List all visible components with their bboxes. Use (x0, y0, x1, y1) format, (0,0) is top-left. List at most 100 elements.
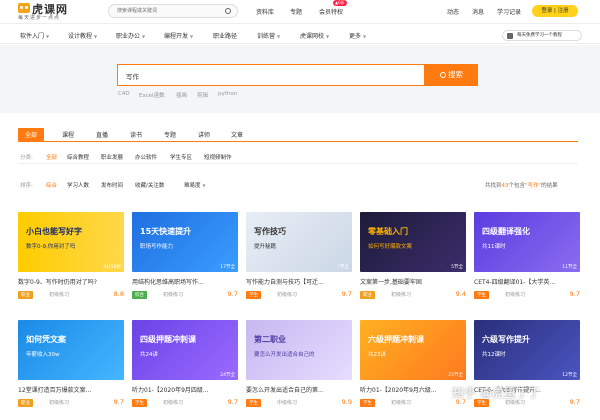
cat-school[interactable]: 虎课网校 ▼ (300, 31, 329, 40)
tab-live[interactable]: 直播 (96, 130, 108, 139)
course-card-second-career[interactable]: 第二职业 要怎么开发出适合自己的 要怎么开发出适合自己的第... 学生 中级练习 9.9 (246, 320, 352, 412)
course-tag: 职业 (360, 291, 375, 299)
course-thumbnail[interactable]: 六级写作提升 共12课时 12节全 (474, 320, 580, 380)
course-title[interactable]: 文案第一步,基础要牢固 (360, 277, 466, 286)
tab-topics[interactable]: 专题 (164, 130, 176, 139)
course-card-workplace-writing[interactable]: 15天快速提升 职场写作能力 17节全 用结构化思维高职场写作... 综合 初级练习 9.7 (132, 212, 238, 304)
course-card-writing-tips[interactable]: 写作技巧 提升秘籍 7节全 写作能力自测与技巧【可迁... 学生 初级练习 9.7 (246, 212, 352, 304)
filter-student[interactable]: 学生专区 (170, 153, 192, 161)
thumbnail-subline: 数字0-9,你用对了吗 (26, 244, 76, 250)
sort-overall[interactable]: 综合 (46, 181, 57, 189)
nav-member[interactable]: 会员特权 (319, 7, 343, 16)
course-thumbnail[interactable]: 四级翻译强化 共11课时 11节全 (474, 212, 580, 272)
chevron-down-icon: ▼ (202, 183, 206, 188)
sort-difficulty[interactable]: 难易度 ▼ (184, 181, 206, 189)
course-title[interactable]: CET4-四级翻译01-【大学英... (474, 277, 580, 286)
course-thumbnail[interactable]: 零基础入门 如何写好爆款文案 5节全 (360, 212, 466, 272)
cat-career[interactable]: 职业路径 (213, 31, 237, 40)
cat-label: 虎课网校 (300, 33, 325, 40)
course-thumbnail[interactable]: 15天快速提升 职场写作能力 17节全 (132, 212, 238, 272)
course-thumbnail[interactable]: 四级押题冲刺课 共24讲 24节全 (132, 320, 238, 380)
course-card-cet4-listening[interactable]: 四级押题冲刺课 共24讲 24节全 听力01-【2020年9月四级... 学生 初级练习 9… (132, 320, 238, 412)
cat-more[interactable]: 更多 ▼ (349, 31, 366, 40)
cat-programming[interactable]: 编程开发 ▼ (164, 31, 193, 40)
filter-general[interactable]: 综合教程 (67, 153, 89, 161)
course-thumbnail[interactable]: 如何凭文案 年薪收入30w (18, 320, 124, 380)
chevron-down-icon: ▼ (46, 34, 50, 39)
sort-learners[interactable]: 学习人数 (67, 181, 89, 189)
course-card-copywriting-salary[interactable]: 如何凭文案 年薪收入30w 12堂课打造百万爆款文案... 职业 初级练习 9.7 (18, 320, 124, 412)
course-title[interactable]: 用结构化思维高职场写作... (132, 277, 238, 286)
tiger-logo-icon[interactable] (18, 3, 30, 13)
chevron-down-icon: ▼ (94, 34, 98, 39)
search-icon (440, 72, 446, 78)
filter-all[interactable]: 全部 (46, 153, 57, 161)
course-thumbnail[interactable]: 写作技巧 提升秘籍 7节全 (246, 212, 352, 272)
nav-messages[interactable]: 消息 (472, 7, 484, 16)
course-duration: 24节全 (220, 373, 235, 378)
nav-library[interactable]: 资料库 (256, 7, 274, 16)
app-download[interactable]: 每天免费学习一个教程 (502, 30, 582, 41)
course-tag: 综合 (132, 291, 147, 299)
tab-all[interactable]: 全部 (18, 128, 45, 141)
cat-design[interactable]: 设计教程 ▼ (68, 31, 97, 40)
course-level: 初级练习 (391, 400, 412, 406)
hot-keyword[interactable]: C4D (118, 91, 130, 97)
course-thumbnail[interactable]: 六级押题冲刺课 共23讲 23节全 (360, 320, 466, 380)
course-title[interactable]: 12堂课打造百万爆款文案... (18, 385, 124, 394)
course-thumbnail[interactable]: 第二职业 要怎么开发出适合自己的 (246, 320, 352, 380)
login-register-button[interactable]: 登录 | 注册 (532, 5, 578, 17)
top-header: 虎课网 每天进步一点点 资料库 专题 会员特权 ▲6折 动态 消息 学习记录 登… (0, 0, 600, 24)
course-card-writing-numbers[interactable]: 小白也能写好字 数字0-9,你用对了吗 4分58秒 数字0-9、写作时仍用对了吗? 职业… (18, 212, 124, 304)
result-summary: 共找到43个包含"写作"的结果 (485, 181, 558, 189)
course-card-copywriting-basics[interactable]: 零基础入门 如何写好爆款文案 5节全 文案第一步,基础要牢固 职业 初级练习 9.4 (360, 212, 466, 304)
summary-suffix: 的结果 (541, 183, 558, 189)
hot-keyword[interactable]: Excel函数 (139, 91, 165, 99)
filter-shortvideo[interactable]: 短视频制作 (204, 153, 232, 161)
phone-icon (507, 33, 513, 39)
course-title[interactable]: 写作能力自测与技巧【可迁... (246, 277, 352, 286)
header-search-input[interactable] (109, 5, 219, 17)
course-title[interactable]: 数字0-9、写作时仍用对了吗? (18, 277, 124, 286)
course-card-cet6-listening[interactable]: 六级押题冲刺课 共23讲 23节全 听力01-【2020年9月六级... 学生 初级练习 9… (360, 320, 466, 412)
course-level: 中级练习 (277, 400, 298, 406)
course-title[interactable]: 要怎么开发出适合自己的第... (246, 385, 352, 394)
tab-articles[interactable]: 文章 (231, 130, 243, 139)
course-score: 9.7 (569, 290, 580, 298)
nav-history[interactable]: 学习记录 (497, 7, 521, 16)
nav-activity[interactable]: 动态 (447, 7, 459, 16)
sort-favorites[interactable]: 收藏/关注数 (135, 181, 164, 189)
cat-office[interactable]: 职业办公 ▼ (116, 31, 145, 40)
search-button[interactable]: 搜索 (425, 64, 478, 86)
course-level: 初级练习 (505, 292, 526, 298)
tab-books[interactable]: 读书 (130, 130, 142, 139)
hot-keyword[interactable]: python (218, 91, 237, 97)
course-duration: 4分58秒 (103, 265, 121, 270)
cat-camp[interactable]: 训练营 ▼ (257, 31, 280, 40)
summary-query: "写作" (525, 183, 542, 189)
cat-label: 更多 (349, 33, 362, 40)
cat-software[interactable]: 软件入门 ▼ (20, 31, 49, 40)
main-search-input[interactable]: 写作 (117, 64, 425, 86)
tab-courses[interactable]: 课程 (62, 130, 74, 139)
course-level: 初级练习 (163, 400, 184, 406)
filter-office[interactable]: 办公软件 (135, 153, 157, 161)
nav-topics[interactable]: 专题 (290, 7, 302, 16)
thumbnail-subline: 共23讲 (368, 352, 386, 358)
chevron-down-icon: ▼ (363, 34, 367, 39)
header-search[interactable] (108, 4, 238, 18)
thumbnail-headline: 第二职业 (254, 335, 286, 344)
search-icon[interactable] (225, 8, 231, 14)
course-duration: 7节全 (337, 265, 349, 270)
hot-keyword[interactable]: 插画 (176, 91, 187, 99)
sort-date[interactable]: 发布时间 (101, 181, 123, 189)
course-thumbnail[interactable]: 小白也能写好字 数字0-9,你用对了吗 4分58秒 (18, 212, 124, 272)
hot-keyword[interactable]: 剪辑 (197, 91, 208, 99)
result-tabs: 全部 课程 直播 读书 专题 讲师 文章 (18, 128, 578, 142)
tab-teachers[interactable]: 讲师 (198, 130, 210, 139)
filter-career[interactable]: 职业发展 (101, 153, 123, 161)
course-title[interactable]: 听力01-【2020年9月四级... (132, 385, 238, 394)
course-card-cet4-translation[interactable]: 四级翻译强化 共11课时 11节全 CET4-四级翻译01-【大学英... 学生 初级练习… (474, 212, 580, 304)
cat-label: 训练营 (257, 33, 276, 40)
course-title[interactable]: 听力01-【2020年9月六级... (360, 385, 466, 394)
